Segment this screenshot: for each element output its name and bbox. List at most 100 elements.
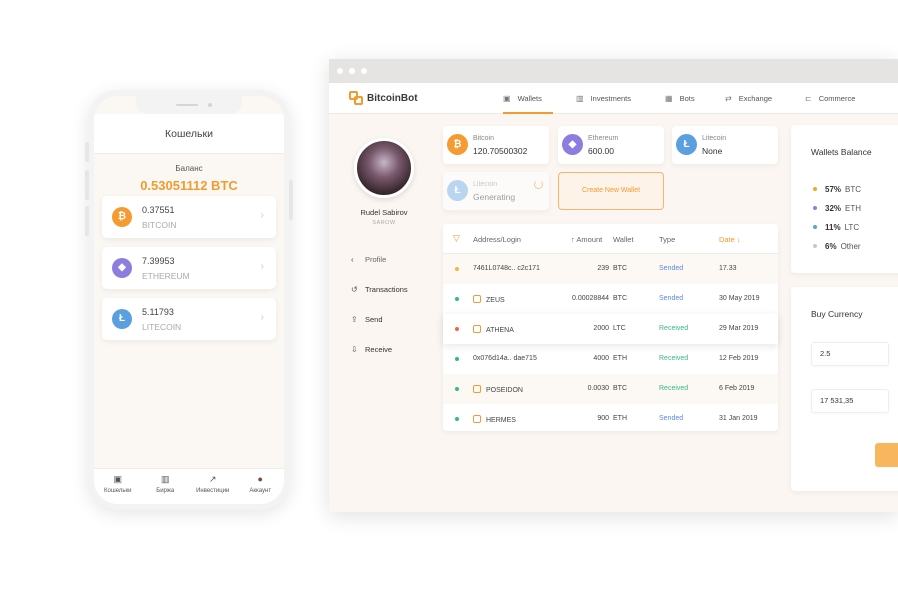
row-type: Sended [659, 415, 684, 422]
column-wallet[interactable]: Wallet [613, 235, 634, 244]
logo-text: BitcoinBot [367, 93, 418, 104]
buy-currency-panel: Buy Currency 2.5 17 531,35 [791, 287, 898, 491]
user-subtitle: SAROW [372, 220, 396, 226]
phone-wallet-card-ethereum[interactable]: ◆ 7.39953 ETHEREUM › [102, 247, 276, 289]
chevron-left-icon: ‹ [351, 255, 354, 264]
phone-wallet-card-litecoin[interactable]: Ł 5.11793 LITECOIN › [102, 298, 276, 340]
bots-icon: ▦ [665, 94, 673, 103]
chevron-right-icon: › [260, 312, 264, 323]
buy-button[interactable] [875, 443, 898, 467]
row-address: 0x076d14a.. dae715 [473, 355, 537, 362]
row-address: HERMES [473, 415, 516, 424]
phone-speaker [176, 104, 198, 106]
menu-receive[interactable]: ⇩ Receive [351, 345, 392, 354]
row-address: ATHENA [473, 325, 514, 334]
chevron-right-icon: › [260, 261, 264, 272]
wallet-value: 600.00 [588, 146, 614, 156]
bot-icon [473, 295, 481, 303]
amount-input[interactable]: 2.5 [811, 342, 889, 366]
legend-dot [813, 187, 817, 191]
phone-title: Кошельки [165, 128, 213, 140]
wallet-label: Litecoin [702, 135, 727, 142]
total-input[interactable]: 17 531,35 [811, 389, 889, 413]
bot-icon [473, 325, 481, 333]
logo-icon [349, 91, 363, 105]
nav-bots[interactable]: ▦ Bots [665, 83, 695, 114]
table-row[interactable]: HERMES 900 ETH Sended 31 Jan 2019 [443, 404, 778, 434]
status-dot [455, 267, 459, 271]
phone-tab-account[interactable]: ● Аккаунт [237, 469, 285, 504]
bitcoin-icon: ₿ [447, 134, 468, 155]
tab-label: Аккаунт [249, 488, 272, 494]
chevron-right-icon: › [260, 210, 264, 221]
litecoin-icon: Ł [447, 180, 468, 201]
create-wallet-button[interactable]: Create New Wallet [558, 172, 664, 210]
wallet-name: BITCOIN [142, 220, 177, 230]
nav-label: Wallets [517, 94, 542, 103]
phone-side-button [85, 142, 89, 162]
wallet-card-litecoin[interactable]: Ł Litecoin None [672, 126, 778, 164]
legend-dot [813, 225, 817, 229]
panel-title: Buy Currency [811, 309, 863, 319]
status-dot [455, 417, 459, 421]
wallet-card-ethereum[interactable]: ◆ Ethereum 600.00 [558, 126, 664, 164]
user-avatar[interactable] [354, 138, 414, 198]
nav-label: Commerce [818, 94, 856, 103]
column-type[interactable]: Type [659, 235, 675, 244]
chart-bars-icon: ▥ [160, 474, 170, 484]
table-row[interactable]: ZEUS 0.00028844 BTC Sended 30 May 2019 [443, 284, 778, 314]
phone-tab-wallets[interactable]: ▣ Кошельки [94, 469, 142, 504]
status-dot [455, 327, 459, 331]
window-dot [349, 68, 355, 74]
menu-profile[interactable]: ‹ Profile [351, 255, 386, 264]
balance-row: 32% ETH [813, 204, 861, 213]
history-icon: ↺ [351, 285, 358, 294]
wallet-label: Litecoin [473, 181, 498, 188]
browser-window: BitcoinBot ▣ Wallets ▥ Investments ▦ Bots ⇄… [329, 59, 898, 512]
row-wallet: ETH [613, 355, 627, 362]
row-amount: 900 [597, 415, 609, 422]
column-amount[interactable]: ↑ Amount [571, 235, 602, 244]
balance-percent: 57% [825, 185, 842, 194]
balance-coin: Other [840, 242, 861, 251]
nav-commerce[interactable]: ⊏ Commerce [805, 83, 855, 114]
row-type: Received [659, 325, 689, 332]
table-header: ▽ Address/Login ↑ Amount Wallet Type Dat… [443, 224, 778, 254]
row-date: 29 Mar 2019 [719, 325, 759, 332]
column-address[interactable]: Address/Login [473, 235, 521, 244]
wallet-icon: ▣ [503, 94, 511, 103]
tab-label: Инвестиции [196, 488, 230, 494]
exchange-icon: ⇄ [725, 94, 732, 103]
nav-exchange[interactable]: ⇄ Exchange [725, 83, 772, 114]
phone-wallet-card-bitcoin[interactable]: ₿ 0.37551 BITCOIN › [102, 196, 276, 238]
table-row[interactable]: POSEIDON 0.0030 BTC Received 6 Feb 2019 [443, 374, 778, 404]
wallet-amount: 0.37551 [142, 205, 175, 215]
table-row[interactable]: 0x076d14a.. dae715 4000 ETH Received 12 Feb … [443, 344, 778, 374]
wallet-value: 120.70500302 [473, 146, 528, 156]
phone-power-button [289, 180, 293, 220]
top-navigation: BitcoinBot ▣ Wallets ▥ Investments ▦ Bots ⇄… [329, 83, 898, 114]
row-address: POSEIDON [473, 385, 523, 394]
balance-row: 11% LTC [813, 223, 859, 232]
table-row[interactable]: ATHENA 2000 LTC Received 29 Mar 2019 [443, 314, 778, 344]
window-dot [337, 68, 343, 74]
table-row[interactable]: 7461L0748c.. c2c171 239 BTC Sended 17.33 [443, 254, 778, 284]
nav-investments[interactable]: ▥ Investments [576, 83, 631, 114]
nav-wallets[interactable]: ▣ Wallets [503, 83, 553, 114]
column-date[interactable]: Date ↓ [719, 235, 741, 244]
row-amount: 2000 [593, 325, 609, 332]
phone-notch [136, 96, 242, 114]
phone-tab-bar: ▣ Кошельки ▥ Биржа ↗ Инвестиции ● Аккаун… [94, 468, 284, 504]
filter-icon[interactable]: ▽ [453, 233, 460, 244]
phone-tab-investments[interactable]: ↗ Инвестиции [189, 469, 237, 504]
row-date: 6 Feb 2019 [719, 385, 755, 392]
menu-transactions[interactable]: ↺ Transactions [351, 285, 408, 294]
balance-coin: ETH [845, 204, 862, 213]
row-address: 7461L0748c.. c2c171 [473, 265, 540, 272]
cart-icon: ⊏ [805, 94, 812, 103]
litecoin-icon: Ł [112, 309, 132, 329]
phone-tab-exchange[interactable]: ▥ Биржа [142, 469, 190, 504]
wallet-card-bitcoin[interactable]: ₿ Bitcoin 120.70500302 [443, 126, 549, 164]
wallet-amount: 5.11793 [142, 307, 174, 317]
menu-send[interactable]: ⇪ Send [351, 315, 383, 324]
